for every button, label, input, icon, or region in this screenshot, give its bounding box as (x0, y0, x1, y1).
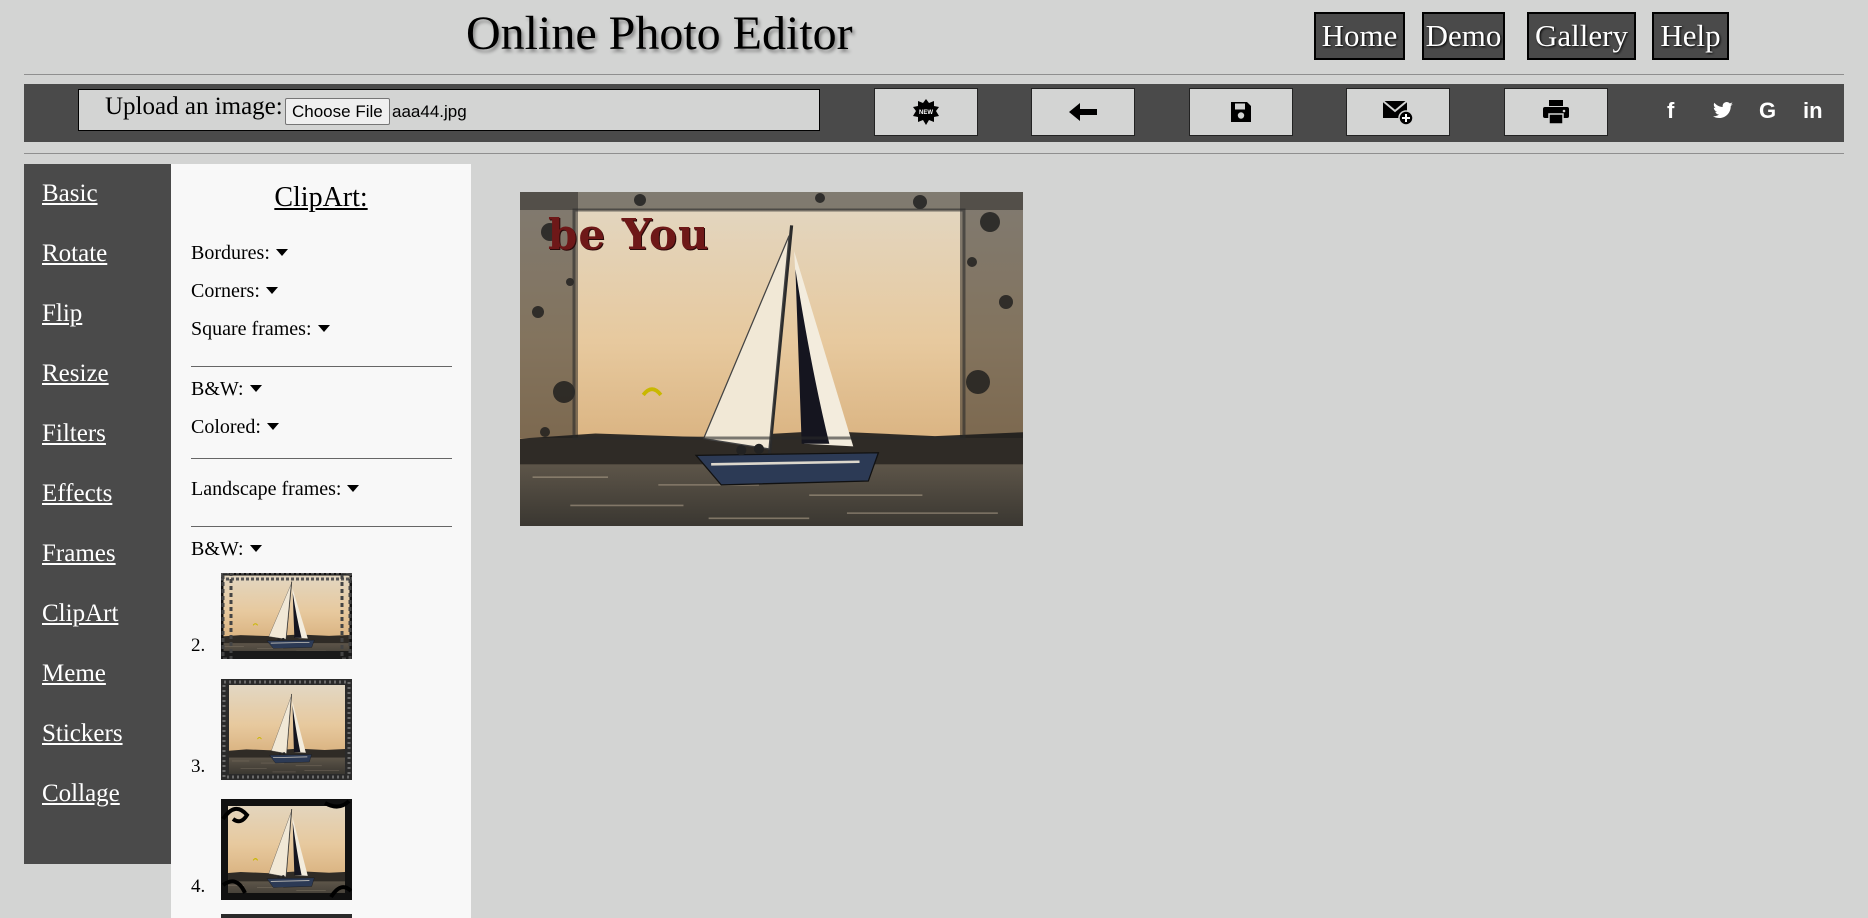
menu-item-filters[interactable]: Filters (42, 420, 106, 448)
edited-photo: be You (520, 192, 1023, 526)
dropdown-corners-label: Corners: (191, 280, 260, 302)
nav-home-button[interactable]: Home (1314, 12, 1405, 60)
facebook-icon[interactable]: f (1667, 98, 1674, 124)
caret-down-icon (265, 287, 278, 294)
menu-item-flip[interactable]: Flip (42, 300, 82, 328)
menu-item-basic[interactable]: Basic (42, 180, 98, 208)
save-icon (1231, 102, 1251, 122)
menu-item-meme[interactable]: Meme (42, 660, 106, 688)
new-badge-text: NEW (919, 110, 933, 116)
upload-box: Upload an image: Choose File aaa44.jpg (78, 89, 820, 131)
caret-down-icon (275, 249, 288, 256)
dropdown-corners[interactable]: Corners: (191, 280, 278, 303)
nav-gallery-button[interactable]: Gallery (1527, 12, 1636, 60)
panel-divider (191, 458, 452, 459)
side-menu: Basic Rotate Flip Resize Filters Effects… (24, 164, 171, 864)
menu-item-rotate[interactable]: Rotate (42, 240, 107, 268)
choose-file-button[interactable]: Choose File (285, 98, 390, 125)
clipart-panel: ClipArt: Bordures: Corners: Square frame… (171, 164, 471, 918)
dropdown-landscape-bw-label: B&W: (191, 538, 244, 560)
toolbar: Upload an image: Choose File aaa44.jpg N… (24, 84, 1844, 142)
menu-item-stickers[interactable]: Stickers (42, 720, 123, 748)
dropdown-square-colored-label: Colored: (191, 416, 261, 438)
caret-down-icon (317, 325, 330, 332)
print-button[interactable] (1504, 88, 1608, 136)
dropdown-bordures-label: Bordures: (191, 242, 270, 264)
dropdown-square-bw[interactable]: B&W: (191, 378, 262, 401)
dropdown-landscape-frames[interactable]: Landscape frames: (191, 478, 360, 501)
thumbnail-number: 3. (191, 756, 206, 777)
clipart-text-overlay: be You (548, 210, 710, 259)
email-button[interactable] (1346, 88, 1450, 136)
menu-item-resize[interactable]: Resize (42, 360, 109, 388)
file-name: aaa44.jpg (392, 102, 467, 121)
clipart-thumbnail-list[interactable]: 2. 3. 4. (191, 573, 453, 918)
dropdown-square-frames[interactable]: Square frames: (191, 318, 330, 341)
new-image-button[interactable]: NEW (874, 88, 978, 136)
caret-down-icon (347, 485, 360, 492)
menu-item-collage[interactable]: Collage (42, 780, 120, 808)
google-icon[interactable]: G (1759, 98, 1776, 124)
undo-arrow-icon (1069, 103, 1097, 121)
thumbnail-number: 2. (191, 635, 206, 656)
clipart-thumbnail[interactable] (221, 679, 352, 780)
clipart-thumbnail[interactable] (221, 914, 352, 918)
caret-down-icon (249, 545, 262, 552)
dropdown-landscape-frames-label: Landscape frames: (191, 478, 342, 500)
menu-item-frames[interactable]: Frames (42, 540, 116, 568)
header-divider (24, 74, 1844, 75)
save-button[interactable] (1189, 88, 1293, 136)
undo-button[interactable] (1031, 88, 1135, 136)
clipart-thumbnail[interactable] (221, 799, 352, 900)
caret-down-icon (267, 423, 279, 430)
dropdown-square-colored[interactable]: Colored: (191, 416, 279, 439)
nav-help-button[interactable]: Help (1652, 12, 1729, 60)
thumbnail-number: 4. (191, 876, 206, 897)
caret-down-icon (249, 385, 262, 392)
new-icon: NEW (913, 99, 939, 125)
panel-divider (191, 526, 452, 527)
clipart-thumbnail[interactable] (221, 573, 352, 659)
toolbar-divider (24, 153, 1844, 154)
clipart-heading: ClipArt: (274, 182, 368, 213)
menu-item-clipart[interactable]: ClipArt (42, 600, 118, 628)
upload-label: Upload an image: (105, 93, 283, 120)
print-icon (1543, 100, 1569, 125)
dropdown-bordures[interactable]: Bordures: (191, 242, 288, 265)
linkedin-icon[interactable]: in (1803, 98, 1823, 124)
site-title: Online Photo Editor (466, 7, 853, 60)
twitter-icon[interactable] (1712, 100, 1734, 126)
dropdown-landscape-bw[interactable]: B&W: (191, 538, 262, 561)
nav-demo-button[interactable]: Demo (1422, 12, 1505, 60)
dropdown-square-frames-label: Square frames: (191, 318, 312, 340)
email-icon (1382, 100, 1414, 126)
dropdown-square-bw-label: B&W: (191, 378, 244, 400)
menu-item-effects[interactable]: Effects (42, 480, 112, 508)
panel-divider (191, 366, 452, 367)
